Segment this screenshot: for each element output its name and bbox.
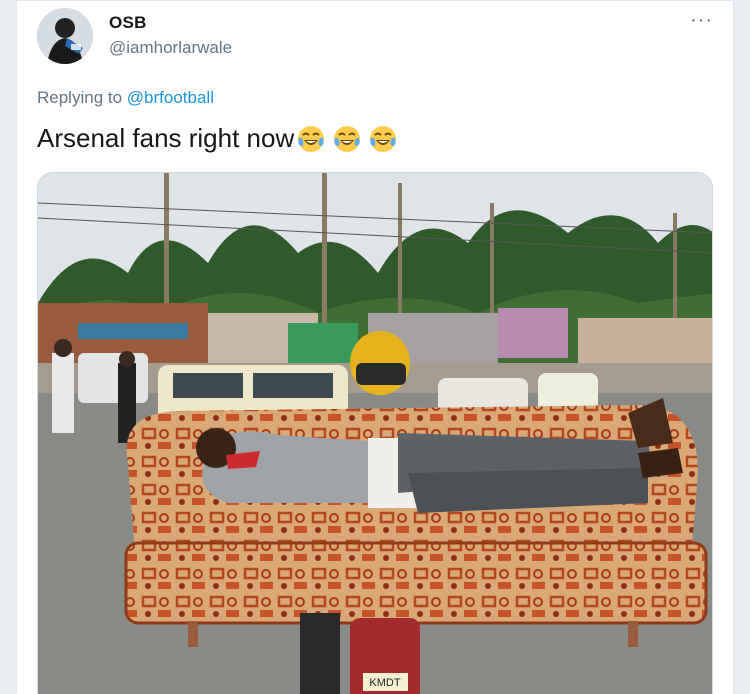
tweet-photo[interactable]: KMDT bbox=[37, 172, 713, 694]
display-name[interactable]: OSB bbox=[109, 13, 147, 33]
ellipsis-icon: ··· bbox=[690, 9, 713, 31]
replying-to-link[interactable]: @brfootball bbox=[127, 88, 214, 107]
replying-to-line: Replying to @brfootball bbox=[37, 88, 214, 108]
more-options-button[interactable]: ··· bbox=[690, 10, 713, 30]
user-handle[interactable]: @iamhorlarwale bbox=[109, 38, 232, 58]
tears-of-joy-emoji-icon bbox=[298, 125, 325, 152]
tweet-body: Arsenal fans right now bbox=[37, 123, 295, 153]
avatar-image bbox=[37, 8, 93, 64]
avatar[interactable] bbox=[37, 8, 93, 64]
tweet-card[interactable]: OSB @iamhorlarwale ··· Replying to @brfo… bbox=[16, 0, 734, 694]
photo-scene: KMDT bbox=[38, 173, 712, 694]
license-plate-text: KMDT bbox=[369, 677, 400, 689]
tears-of-joy-emoji-icon bbox=[334, 125, 361, 152]
divider bbox=[17, 0, 733, 1]
tears-of-joy-emoji-icon bbox=[370, 125, 397, 152]
replying-prefix: Replying to bbox=[37, 88, 123, 107]
tweet-text: Arsenal fans right now bbox=[37, 123, 398, 154]
